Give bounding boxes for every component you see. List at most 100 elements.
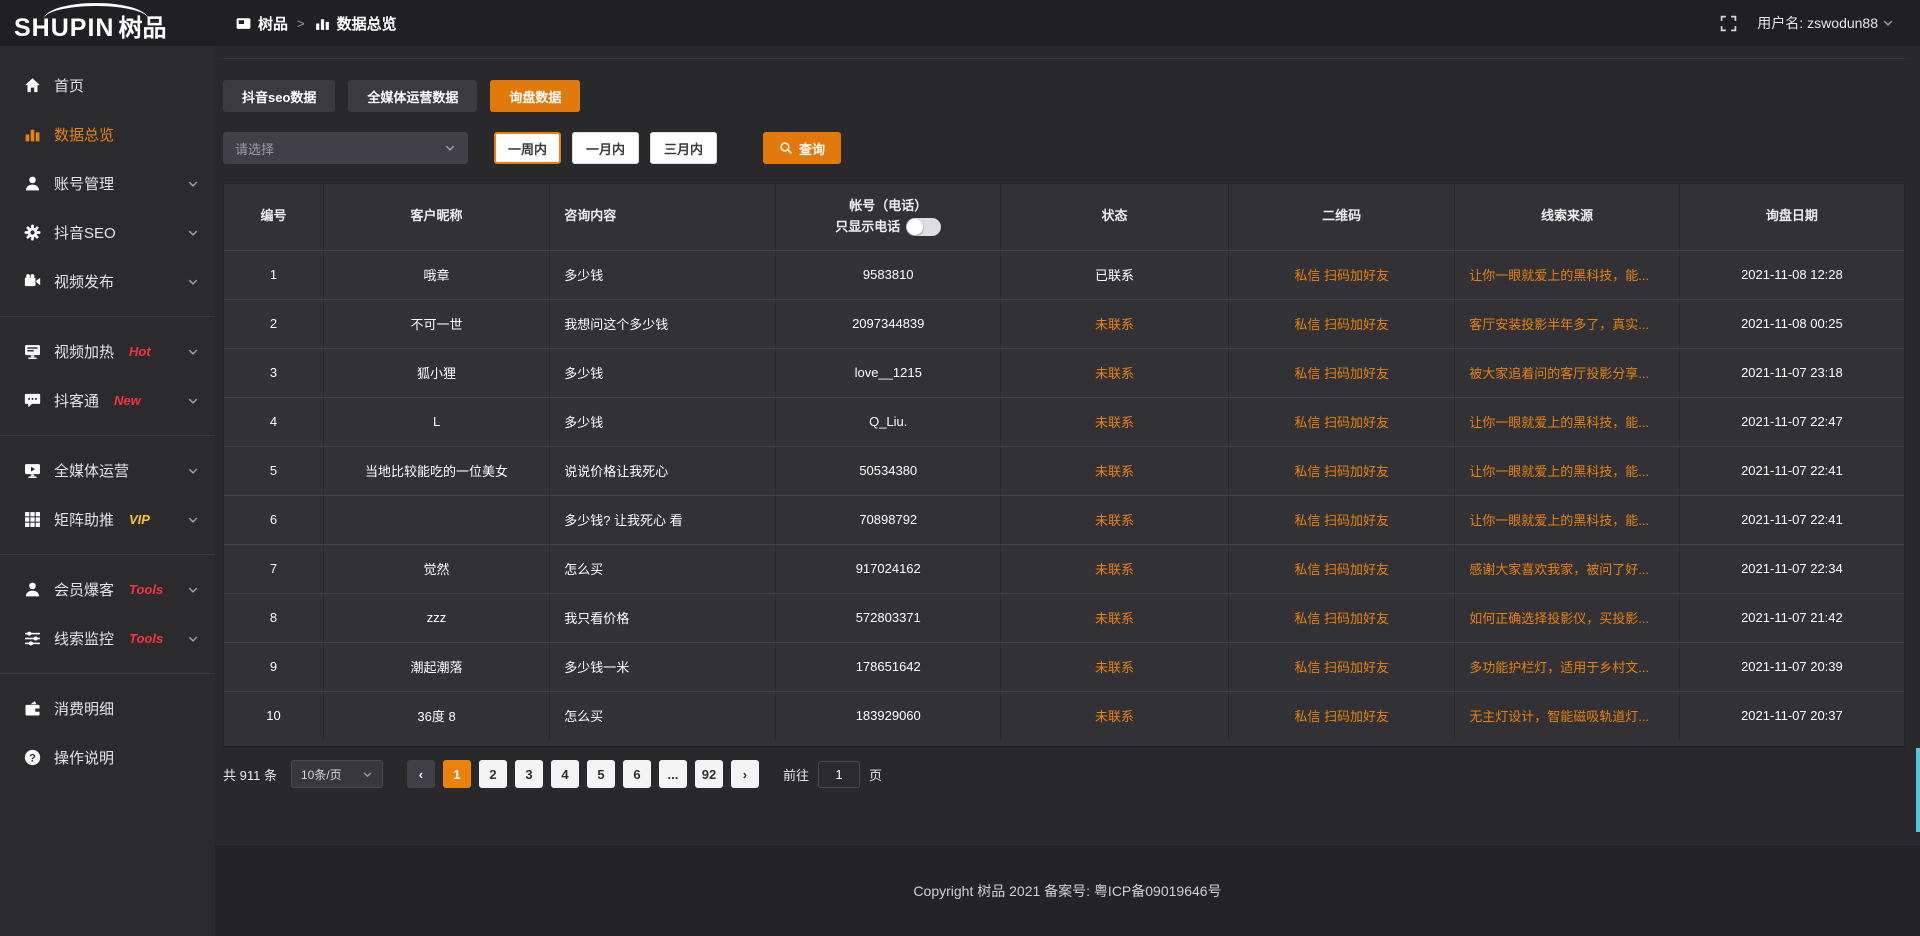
logo-text-en: SHUPIN — [14, 16, 114, 41]
phone-only-toggle[interactable] — [906, 218, 941, 236]
lead-source-link[interactable]: 被大家追着问的客厅投影分享... — [1469, 366, 1649, 381]
fullscreen-icon[interactable] — [1720, 15, 1737, 32]
cell-content: 说说价格让我死心 — [550, 446, 776, 495]
tab-1[interactable]: 抖音seo数据 — [223, 80, 335, 112]
sidebar-item-badge: Tools — [129, 631, 163, 646]
table-row: 10 36度 8 怎么买 183929060 未联系 私信 扫码加好友 无主灯设… — [224, 691, 1904, 740]
qr-friend-link[interactable]: 私信 扫码加好友 — [1294, 464, 1389, 479]
sidebar-item-12[interactable]: 消费明细 — [0, 684, 215, 733]
breadcrumb-item-page[interactable]: 数据总览 — [314, 13, 397, 34]
qr-friend-link[interactable]: 私信 扫码加好友 — [1294, 660, 1389, 675]
sidebar-item-7[interactable]: 抖客通 New — [0, 376, 215, 425]
sidebar-divider — [0, 316, 215, 317]
sidebar-item-6[interactable]: 视频加热 Hot — [0, 327, 215, 376]
scrollbar-thumb[interactable] — [1916, 748, 1920, 832]
cell-date: 2021-11-08 12:28 — [1679, 250, 1904, 299]
sidebar-item-label: 视频加热 — [54, 341, 114, 362]
qr-friend-link[interactable]: 私信 扫码加好友 — [1294, 415, 1389, 430]
page-button-5[interactable]: 5 — [587, 760, 615, 788]
page-button-6[interactable]: 6 — [623, 760, 651, 788]
cell-date: 2021-11-08 00:25 — [1679, 299, 1904, 348]
period-button-3[interactable]: 三月内 — [650, 132, 717, 164]
header-index: 编号 — [224, 184, 323, 250]
lead-source-link[interactable]: 让你一眼就爱上的黑科技，能... — [1469, 268, 1649, 283]
sidebar-item-2[interactable]: 数据总览 — [0, 110, 215, 159]
data-tabs: 抖音seo数据全媒体运营数据询盘数据 — [223, 80, 1905, 112]
chevron-down-icon — [1882, 17, 1894, 29]
period-button-2[interactable]: 一月内 — [572, 132, 639, 164]
qr-friend-link[interactable]: 私信 扫码加好友 — [1294, 562, 1389, 577]
filter-select[interactable]: 请选择 — [223, 132, 468, 164]
breadcrumb-item-app[interactable]: 树品 — [235, 13, 288, 34]
qr-friend-link[interactable]: 私信 扫码加好友 — [1294, 317, 1389, 332]
sidebar-item-11[interactable]: 线索监控 Tools — [0, 614, 215, 663]
cell-source: 让你一眼就爱上的黑科技，能... — [1455, 495, 1680, 544]
sidebar-item-3[interactable]: 账号管理 — [0, 159, 215, 208]
lead-source-link[interactable]: 客厅安装投影半年多了，真实... — [1469, 317, 1649, 332]
sidebar: 首页 数据总览 账号管理 抖音SEO 视频发布 视频加热 H — [0, 46, 215, 936]
tab-3[interactable]: 询盘数据 — [490, 80, 580, 112]
prev-page-button[interactable]: ‹ — [407, 760, 435, 788]
lead-source-link[interactable]: 让你一眼就爱上的黑科技，能... — [1469, 513, 1649, 528]
lead-source-link[interactable]: 感谢大家喜欢我家，被问了好... — [1469, 562, 1649, 577]
sidebar-item-4[interactable]: 抖音SEO — [0, 208, 215, 257]
sidebar-item-label: 数据总览 — [54, 124, 114, 145]
inquiry-table: 编号 客户昵称 咨询内容 帐号（电话） 只显示电话 状态 二维码 — [224, 184, 1904, 740]
page-unit-label: 页 — [869, 765, 882, 784]
sidebar-item-label: 矩阵助推 — [54, 509, 114, 530]
qr-friend-link[interactable]: 私信 扫码加好友 — [1294, 611, 1389, 626]
qr-friend-link[interactable]: 私信 扫码加好友 — [1294, 709, 1389, 724]
qr-friend-link[interactable]: 私信 扫码加好友 — [1294, 366, 1389, 381]
tab-2[interactable]: 全媒体运营数据 — [348, 80, 477, 112]
lead-source-link[interactable]: 无主灯设计，智能磁吸轨道灯... — [1469, 709, 1649, 724]
lead-source-link[interactable]: 如何正确选择投影仪，买投影... — [1469, 611, 1649, 626]
sidebar-item-10[interactable]: 会员爆客 Tools — [0, 565, 215, 614]
page-size-select[interactable]: 10条/页 — [291, 760, 383, 788]
table-row: 2 不可一世 我想问这个多少钱 2097344839 未联系 私信 扫码加好友 … — [224, 299, 1904, 348]
page-button-4[interactable]: 4 — [551, 760, 579, 788]
cell-account: 50534380 — [776, 446, 1001, 495]
cell-nickname: zzz — [323, 593, 549, 642]
total-count: 共 911 条 — [223, 765, 277, 784]
topbar: SHUPIN 树品 树品 > 数据总览 用户名: zswodun88 — [0, 0, 1920, 46]
sidebar-item-13[interactable]: ? 操作说明 — [0, 733, 215, 782]
phone-toggle-row: 只显示电话 — [776, 215, 1000, 240]
lead-source-link[interactable]: 多功能护栏灯，适用于乡村文... — [1469, 660, 1649, 675]
video-icon — [24, 273, 41, 290]
sidebar-divider — [0, 673, 215, 674]
table-row: 1 哦章 多少钱 9583810 已联系 私信 扫码加好友 让你一眼就爱上的黑科… — [224, 250, 1904, 299]
cell-date: 2021-11-07 20:39 — [1679, 642, 1904, 691]
qr-friend-link[interactable]: 私信 扫码加好友 — [1294, 268, 1389, 283]
cell-status: 未联系 — [1001, 446, 1229, 495]
cell-account: 9583810 — [776, 250, 1001, 299]
page-button-1[interactable]: 1 — [443, 760, 471, 788]
period-button-1[interactable]: 一周内 — [494, 132, 561, 164]
qr-friend-link[interactable]: 私信 扫码加好友 — [1294, 513, 1389, 528]
content: 抖音seo数据全媒体运营数据询盘数据 请选择 一周内一月内三月内 查询 — [215, 46, 1920, 844]
app-logo[interactable]: SHUPIN 树品 — [0, 0, 215, 46]
lead-source-link[interactable]: 让你一眼就爱上的黑科技，能... — [1469, 464, 1649, 479]
user-menu[interactable]: 用户名: zswodun88 — [1757, 13, 1894, 33]
next-page-button[interactable]: › — [731, 760, 759, 788]
table-row: 6 多少钱? 让我死心 看 70898792 未联系 私信 扫码加好友 让你一眼… — [224, 495, 1904, 544]
sidebar-item-5[interactable]: 视频发布 — [0, 257, 215, 306]
sidebar-item-9[interactable]: 矩阵助推 VIP — [0, 495, 215, 544]
page-button-92[interactable]: 92 — [695, 760, 723, 788]
chevron-down-icon — [444, 142, 456, 154]
search-button[interactable]: 查询 — [763, 132, 841, 164]
cell-nickname — [323, 495, 549, 544]
page-button-3[interactable]: 3 — [515, 760, 543, 788]
copyright-text: Copyright 树品 2021 备案号: 粤ICP备09019646号 — [913, 881, 1221, 901]
sidebar-item-8[interactable]: 全媒体运营 — [0, 446, 215, 495]
cell-index: 2 — [224, 299, 323, 348]
sidebar-item-badge: Hot — [129, 344, 151, 359]
lead-source-link[interactable]: 让你一眼就爱上的黑科技，能... — [1469, 415, 1649, 430]
sidebar-item-1[interactable]: 首页 — [0, 61, 215, 110]
page-ellipsis-button[interactable]: ... — [659, 760, 687, 788]
grid-icon — [24, 511, 41, 528]
page-button-2[interactable]: 2 — [479, 760, 507, 788]
cell-status: 未联系 — [1001, 544, 1229, 593]
app-square-icon — [235, 15, 252, 32]
goto-page-input[interactable] — [818, 761, 860, 788]
search-button-label: 查询 — [799, 139, 825, 158]
